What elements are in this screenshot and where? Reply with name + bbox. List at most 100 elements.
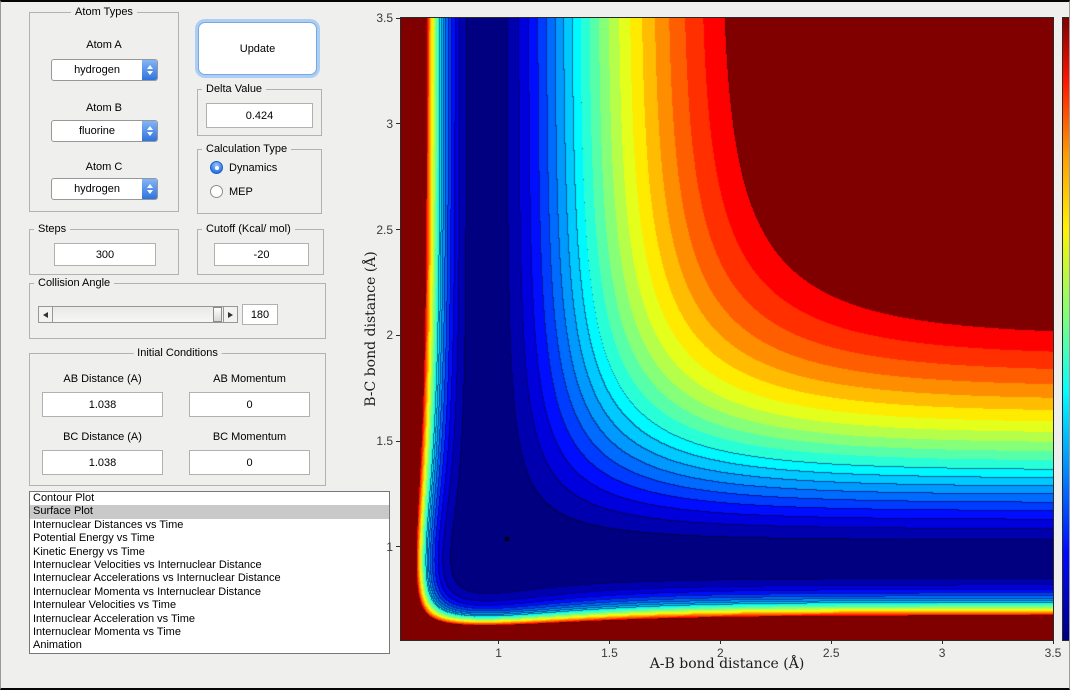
radio-dot-icon xyxy=(214,165,219,170)
x-tick-label: 1.5 xyxy=(601,646,618,660)
dropdown-stepper-icon[interactable] xyxy=(142,179,157,199)
atom-a-dropdown[interactable]: hydrogen xyxy=(51,59,158,81)
radio-mep-label: MEP xyxy=(229,185,253,198)
collision-angle-field[interactable] xyxy=(242,304,278,325)
y-tick-label: 1 xyxy=(386,539,393,554)
x-tick-mark xyxy=(608,640,610,644)
x-tick-mark xyxy=(941,640,943,644)
chevron-up-icon xyxy=(146,184,153,188)
x-tick-label: 3 xyxy=(938,646,946,660)
y-tick-label: 3.5 xyxy=(376,11,393,25)
list-item[interactable]: Internulear Velocities vs Time xyxy=(30,599,389,612)
dropdown-stepper-icon[interactable] xyxy=(142,121,157,141)
list-item[interactable]: Kinetic Energy vs Time xyxy=(30,546,389,559)
atom-types-panel-title: Atom Types xyxy=(71,6,137,18)
list-item[interactable]: Contour Plot xyxy=(30,492,389,505)
radio-button-icon[interactable] xyxy=(210,185,223,198)
ab-momentum-label: AB Momentum xyxy=(213,373,286,385)
atom-b-label: Atom B xyxy=(85,102,123,114)
collision-angle-panel: Collision Angle xyxy=(29,277,326,339)
x-tick-label: 1 xyxy=(495,646,502,660)
bc-distance-label: BC Distance (A) xyxy=(63,431,142,443)
calculation-type-panel-title: Calculation Type xyxy=(202,143,292,155)
list-item[interactable]: Surface Plot xyxy=(30,505,389,519)
delta-value-field[interactable] xyxy=(206,103,313,128)
list-item[interactable]: Internuclear Acceleration vs Time xyxy=(30,613,389,626)
initial-conditions-panel-title: Initial Conditions xyxy=(133,347,222,359)
x-tick-label: 2 xyxy=(717,646,724,660)
y-tick-mark xyxy=(396,17,400,19)
steps-panel: Steps xyxy=(29,223,179,275)
atom-c-label: Atom C xyxy=(85,161,123,173)
y-tick-label: 2 xyxy=(386,328,393,343)
list-item[interactable]: Internuclear Accelerations vs Internucle… xyxy=(30,572,389,585)
y-tick-label: 3 xyxy=(386,116,393,131)
collision-angle-slider[interactable] xyxy=(38,306,238,323)
atom-c-dropdown[interactable]: hydrogen xyxy=(51,178,158,200)
steps-field[interactable] xyxy=(54,243,156,266)
y-tick-label: 2.5 xyxy=(376,222,393,237)
steps-panel-title: Steps xyxy=(34,223,71,235)
slider-right-arrow-button[interactable] xyxy=(223,307,237,322)
initial-conditions-panel: Initial Conditions AB Distance (A) AB Mo… xyxy=(29,347,326,486)
chevron-down-icon xyxy=(146,132,153,136)
list-item[interactable]: Animation xyxy=(30,639,389,652)
atom-c-dropdown-value: hydrogen xyxy=(74,183,120,195)
update-button[interactable]: Update xyxy=(198,22,317,75)
radio-mep[interactable]: MEP xyxy=(210,185,253,198)
plot-type-listbox[interactable]: Contour Plot Surface Plot Internuclear Dis… xyxy=(29,491,390,654)
bc-momentum-label: BC Momentum xyxy=(212,431,287,443)
cutoff-panel-title: Cutoff (Kcal/ mol) xyxy=(202,223,295,235)
y-tick-label: 1.5 xyxy=(376,434,393,449)
radio-dynamics[interactable]: Dynamics xyxy=(210,161,277,174)
y-tick-mark xyxy=(396,334,400,336)
cutoff-field[interactable] xyxy=(214,243,309,266)
x-tick-mark xyxy=(830,640,832,644)
bc-distance-field[interactable] xyxy=(42,450,163,475)
x-tick-mark xyxy=(1052,640,1054,644)
collision-angle-panel-title: Collision Angle xyxy=(34,277,115,289)
y-tick-mark xyxy=(396,229,400,231)
atom-types-panel: Atom Types Atom A hydrogen Atom B fluori… xyxy=(29,6,179,212)
application-window: Atom Types Atom A hydrogen Atom B fluori… xyxy=(0,0,1070,690)
list-item[interactable]: Potential Energy vs Time xyxy=(30,532,389,545)
radio-dynamics-label: Dynamics xyxy=(229,161,278,174)
slider-left-arrow-button[interactable] xyxy=(39,307,53,322)
ab-momentum-field[interactable] xyxy=(189,392,310,417)
delta-value-panel-title: Delta Value xyxy=(202,83,267,95)
bc-momentum-field[interactable] xyxy=(189,450,310,475)
x-tick-label: 2.5 xyxy=(822,646,840,660)
ab-distance-label: AB Distance (A) xyxy=(63,373,142,385)
x-tick-mark xyxy=(719,640,721,644)
chevron-down-icon xyxy=(146,71,153,75)
arrow-left-icon xyxy=(43,311,48,318)
slider-thumb[interactable] xyxy=(213,307,222,322)
dropdown-stepper-icon[interactable] xyxy=(142,60,157,80)
ab-distance-field[interactable] xyxy=(42,392,163,417)
colorbar xyxy=(1062,17,1069,641)
y-tick-mark xyxy=(396,546,400,548)
atom-a-label: Atom A xyxy=(86,39,122,51)
chevron-up-icon xyxy=(146,126,153,130)
calculation-type-panel: Calculation Type Dynamics MEP xyxy=(197,143,322,214)
y-tick-mark xyxy=(396,440,400,442)
pes-plot-axes xyxy=(400,17,1054,641)
list-item[interactable]: Internuclear Velocities vs Internuclear … xyxy=(30,559,389,572)
list-item[interactable]: Internuclear Distances vs Time xyxy=(30,519,389,532)
pes-contour-canvas xyxy=(401,18,1053,640)
update-button-label: Update xyxy=(239,42,276,55)
atom-b-dropdown[interactable]: fluorine xyxy=(51,120,158,142)
cutoff-panel: Cutoff (Kcal/ mol) xyxy=(197,223,324,275)
x-tick-label: 3.5 xyxy=(1044,646,1062,660)
chevron-down-icon xyxy=(146,190,153,194)
delta-value-panel: Delta Value xyxy=(197,83,322,136)
radio-button-icon[interactable] xyxy=(210,161,223,174)
chevron-up-icon xyxy=(146,65,153,69)
list-item[interactable]: Internuclear Momenta vs Internuclear Dis… xyxy=(30,586,389,599)
atom-b-dropdown-value: fluorine xyxy=(78,125,116,137)
x-tick-mark xyxy=(498,640,500,644)
arrow-right-icon xyxy=(228,311,233,318)
y-tick-mark xyxy=(396,123,400,125)
atom-a-dropdown-value: hydrogen xyxy=(74,64,120,76)
list-item[interactable]: Internuclear Momenta vs Time xyxy=(30,626,389,639)
